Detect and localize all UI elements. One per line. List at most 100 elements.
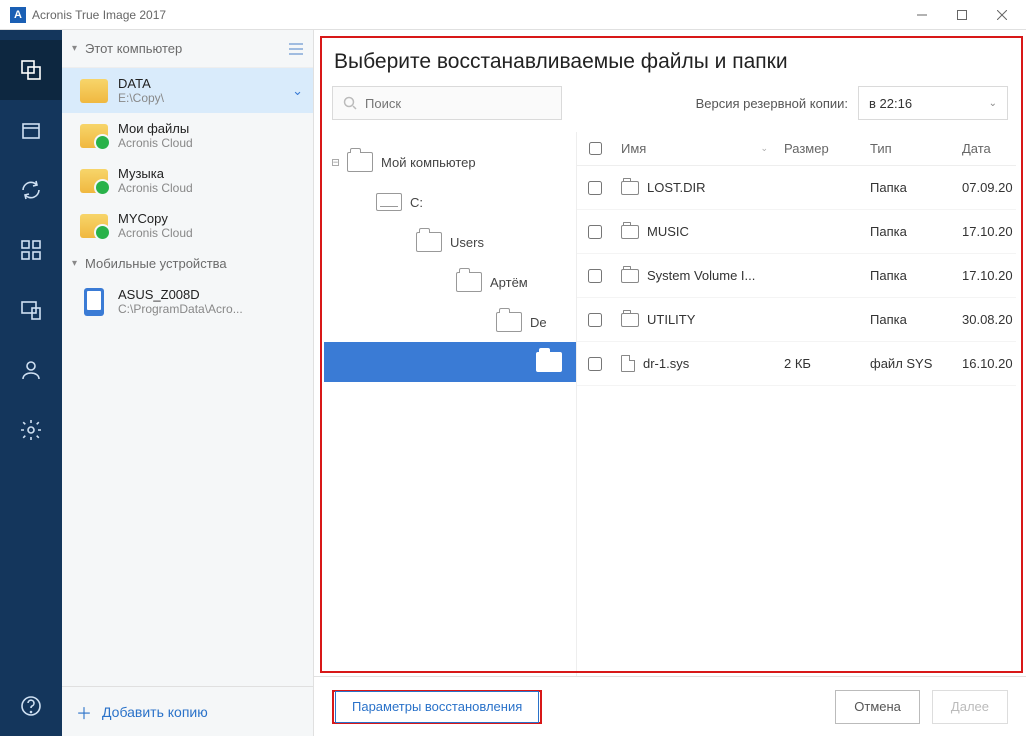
file-date: 07.09.20 bbox=[954, 180, 1016, 195]
column-size[interactable]: Размер bbox=[776, 132, 862, 165]
folder-icon bbox=[80, 79, 108, 103]
file-row[interactable]: LOST.DIRПапка07.09.20 bbox=[577, 166, 1016, 210]
nav-devices-icon[interactable] bbox=[0, 280, 62, 340]
folder-icon bbox=[496, 312, 522, 332]
version-label: Версия резервной копии: bbox=[696, 96, 848, 111]
row-checkbox[interactable] bbox=[588, 225, 602, 239]
file-type: Папка bbox=[862, 268, 954, 283]
sidebar: ▾ Этот компьютер DATA E:\Copy\ ⌄ Мои фай… bbox=[62, 30, 314, 736]
add-backup-button[interactable]: ＋ Добавить копию bbox=[62, 686, 313, 736]
page-title: Выберите восстанавливаемые файлы и папки bbox=[314, 30, 1026, 86]
file-type: файл SYS bbox=[862, 356, 954, 371]
sidebar-item-sub: C:\ProgramData\Acro... bbox=[118, 302, 243, 316]
folder-icon bbox=[347, 152, 373, 172]
row-checkbox[interactable] bbox=[588, 357, 602, 371]
folder-cloud-icon bbox=[80, 169, 108, 193]
nav-settings-icon[interactable] bbox=[0, 400, 62, 460]
window-title: Acronis True Image 2017 bbox=[32, 8, 902, 22]
folder-icon bbox=[536, 352, 562, 372]
chevron-down-icon: ▾ bbox=[72, 43, 77, 54]
file-type: Папка bbox=[862, 224, 954, 239]
plus-icon: ＋ bbox=[76, 700, 92, 724]
sidebar-header[interactable]: ▾ Этот компьютер bbox=[62, 30, 313, 68]
tree-row[interactable]: − Мой компьютер bbox=[324, 142, 576, 182]
select-all-checkbox[interactable] bbox=[589, 142, 602, 155]
sidebar-section-mobile[interactable]: ▾ Мобильные устройства bbox=[62, 248, 313, 279]
sidebar-item-sub: Acronis Cloud bbox=[118, 181, 193, 195]
maximize-button[interactable] bbox=[942, 1, 982, 29]
sidebar-item-music[interactable]: Музыка Acronis Cloud bbox=[62, 158, 313, 203]
tree-row[interactable]: Артём bbox=[324, 262, 576, 302]
chevron-down-icon: ⌄ bbox=[989, 98, 997, 109]
nav-rail bbox=[0, 30, 62, 736]
drive-icon bbox=[376, 193, 402, 211]
file-date: 16.10.20 bbox=[954, 356, 1016, 371]
sidebar-item-sub: Acronis Cloud bbox=[118, 226, 193, 240]
chevron-down-icon: ▾ bbox=[72, 258, 77, 269]
search-icon bbox=[343, 96, 357, 110]
row-checkbox[interactable] bbox=[588, 181, 602, 195]
sidebar-item-asus[interactable]: ASUS_Z008D C:\ProgramData\Acro... bbox=[62, 279, 313, 324]
tree-label: C: bbox=[410, 195, 423, 210]
column-name[interactable]: Имя⌄ bbox=[613, 132, 776, 165]
next-button[interactable]: Далее bbox=[932, 690, 1008, 724]
collapse-icon[interactable]: − bbox=[332, 159, 339, 166]
content-footer: Параметры восстановления Отмена Далее bbox=[314, 676, 1026, 736]
search-input[interactable] bbox=[332, 86, 562, 120]
sort-icon: ⌄ bbox=[760, 143, 768, 154]
menu-icon[interactable] bbox=[289, 43, 303, 55]
sidebar-item-mycopy[interactable]: MYCopy Acronis Cloud bbox=[62, 203, 313, 248]
search-field[interactable] bbox=[365, 96, 551, 111]
folder-icon bbox=[416, 232, 442, 252]
file-date: 17.10.20 bbox=[954, 268, 1016, 283]
close-button[interactable] bbox=[982, 1, 1022, 29]
sidebar-item-name: DATA bbox=[118, 76, 164, 91]
nav-help-icon[interactable] bbox=[0, 676, 62, 736]
folder-icon bbox=[621, 181, 639, 195]
column-type[interactable]: Тип bbox=[862, 132, 954, 165]
cancel-button[interactable]: Отмена bbox=[835, 690, 920, 724]
recovery-params-button[interactable]: Параметры восстановления bbox=[332, 690, 542, 724]
file-row[interactable]: MUSICПапка17.10.20 bbox=[577, 210, 1016, 254]
folder-icon bbox=[621, 269, 639, 283]
folder-tree: − Мой компьютер C: Users Артём bbox=[324, 132, 576, 676]
tree-label: Артём bbox=[490, 275, 528, 290]
column-date[interactable]: Дата bbox=[954, 132, 1016, 165]
nav-sync-icon[interactable] bbox=[0, 160, 62, 220]
version-value: в 22:16 bbox=[869, 96, 912, 111]
sidebar-item-data[interactable]: DATA E:\Copy\ ⌄ bbox=[62, 68, 313, 113]
tree-row[interactable]: Users bbox=[324, 222, 576, 262]
sidebar-item-name: ASUS_Z008D bbox=[118, 287, 243, 302]
minimize-button[interactable] bbox=[902, 1, 942, 29]
sidebar-item-name: Мои файлы bbox=[118, 121, 193, 136]
file-row[interactable]: System Volume I... Папка17.10.20 bbox=[577, 254, 1016, 298]
nav-account-icon[interactable] bbox=[0, 340, 62, 400]
sidebar-item-myfiles[interactable]: Мои файлы Acronis Cloud bbox=[62, 113, 313, 158]
phone-icon bbox=[84, 288, 104, 316]
file-row[interactable]: dr-1.sys2 КБфайл SYS16.10.20 bbox=[577, 342, 1016, 386]
content-pane: Выберите восстанавливаемые файлы и папки… bbox=[314, 30, 1026, 736]
app-icon: A bbox=[10, 7, 26, 23]
sidebar-item-sub: E:\Copy\ bbox=[118, 91, 164, 105]
version-select[interactable]: в 22:16 ⌄ bbox=[858, 86, 1008, 120]
nav-backup-icon[interactable] bbox=[0, 40, 62, 100]
file-name: MUSIC bbox=[647, 224, 689, 239]
file-date: 30.08.20 bbox=[954, 312, 1016, 327]
chevron-down-icon[interactable]: ⌄ bbox=[292, 83, 303, 99]
folder-icon bbox=[621, 225, 639, 239]
tree-row[interactable]: C: bbox=[324, 182, 576, 222]
tree-row[interactable] bbox=[324, 342, 576, 382]
file-name: System Volume I... bbox=[647, 268, 755, 283]
file-type: Папка bbox=[862, 312, 954, 327]
nav-dashboard-icon[interactable] bbox=[0, 220, 62, 280]
row-checkbox[interactable] bbox=[588, 313, 602, 327]
row-checkbox[interactable] bbox=[588, 269, 602, 283]
file-row[interactable]: UTILITYПапка30.08.20 bbox=[577, 298, 1016, 342]
folder-cloud-icon bbox=[80, 124, 108, 148]
nav-archive-icon[interactable] bbox=[0, 100, 62, 160]
file-list: Имя⌄ Размер Тип Дата LOST.DIRПапка07.09.… bbox=[576, 132, 1016, 676]
sidebar-section-label: Мобильные устройства bbox=[85, 256, 227, 271]
file-name: LOST.DIR bbox=[647, 180, 706, 195]
tree-row[interactable]: De bbox=[324, 302, 576, 342]
tree-label: Мой компьютер bbox=[381, 155, 476, 170]
